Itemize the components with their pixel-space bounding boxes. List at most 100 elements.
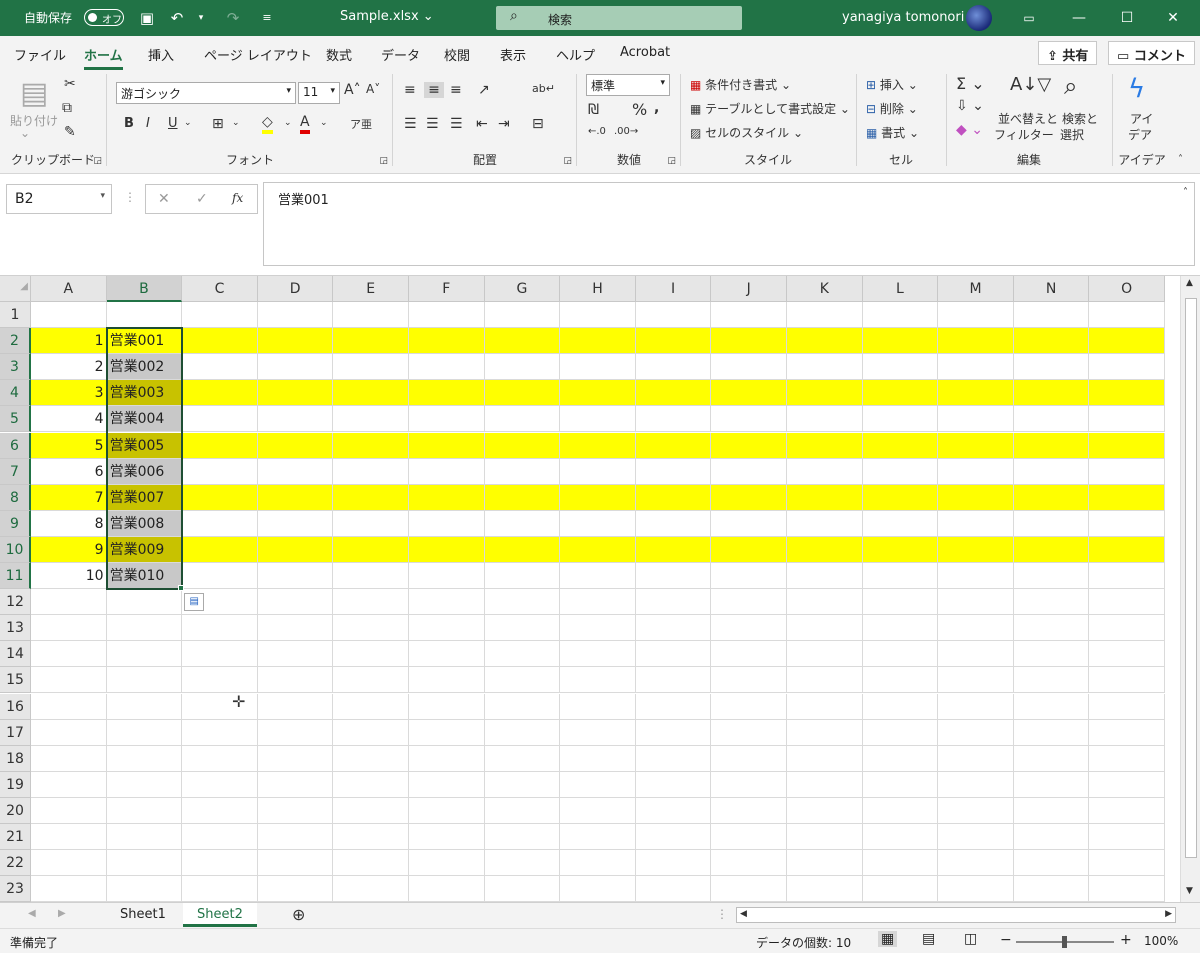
cell-a11[interactable]: 10 <box>31 563 107 590</box>
cell-k10[interactable] <box>787 536 863 563</box>
orientation-icon[interactable]: ↗ <box>478 82 490 98</box>
comment-button[interactable]: ▭ コメント <box>1108 41 1195 65</box>
cell-b2[interactable]: 営業001 <box>106 328 183 355</box>
cell-b10[interactable]: 営業009 <box>106 536 183 563</box>
cell-e2[interactable] <box>333 328 409 355</box>
cell-j4[interactable] <box>711 380 787 407</box>
cell-m12[interactable] <box>938 589 1014 616</box>
merge-center-icon[interactable]: ⊟ <box>532 116 544 132</box>
cell-j10[interactable] <box>711 536 787 563</box>
cell-f22[interactable] <box>409 850 485 877</box>
cell-a12[interactable] <box>31 589 107 616</box>
cell-k18[interactable] <box>787 745 863 772</box>
cell-g16[interactable] <box>484 693 561 720</box>
cell-h2[interactable] <box>560 328 636 355</box>
cell-l12[interactable] <box>862 589 939 616</box>
conditional-format-button[interactable]: ▦ 条件付き書式 ⌄ <box>690 76 791 93</box>
cell-j23[interactable] <box>711 876 787 902</box>
row-header-18[interactable]: 18 <box>0 745 31 772</box>
cell-j3[interactable] <box>711 354 787 381</box>
cell-d7[interactable] <box>257 458 334 485</box>
cell-i4[interactable] <box>635 380 712 407</box>
cell-a14[interactable] <box>31 641 107 668</box>
cell-j13[interactable] <box>711 615 787 642</box>
cell-a23[interactable] <box>31 876 107 902</box>
cell-f15[interactable] <box>409 667 485 694</box>
cell-k1[interactable] <box>787 302 863 329</box>
cell-n5[interactable] <box>1013 406 1090 433</box>
cell-f13[interactable] <box>409 615 485 642</box>
name-box[interactable]: B2 ▾ <box>6 184 112 214</box>
fill-icon[interactable]: ⇩ ⌄ <box>956 98 984 114</box>
cell-k6[interactable] <box>787 432 863 459</box>
cell-m11[interactable] <box>938 563 1014 590</box>
cell-b1[interactable] <box>106 302 183 329</box>
cell-m7[interactable] <box>938 458 1014 485</box>
cell-n1[interactable] <box>1013 302 1090 329</box>
cell-c23[interactable] <box>182 876 258 902</box>
cell-e15[interactable] <box>333 667 409 694</box>
cell-h14[interactable] <box>560 641 636 668</box>
cell-f16[interactable] <box>409 693 485 720</box>
column-header-o[interactable]: O <box>1089 276 1165 302</box>
cell-j22[interactable] <box>711 850 787 877</box>
cell-e20[interactable] <box>333 797 409 824</box>
cell-b11[interactable]: 営業010 <box>106 563 183 590</box>
cancel-icon[interactable]: ✕ <box>158 191 170 207</box>
cell-n8[interactable] <box>1013 484 1090 511</box>
cell-a2[interactable]: 1 <box>31 328 107 355</box>
cell-e19[interactable] <box>333 771 409 798</box>
cell-h22[interactable] <box>560 850 636 877</box>
save-icon[interactable]: ▣ <box>136 8 158 28</box>
tab-page-layout[interactable]: ページ レイアウト <box>204 45 312 64</box>
bold-icon[interactable]: B <box>124 116 134 131</box>
cell-a20[interactable] <box>31 797 107 824</box>
cell-a8[interactable]: 7 <box>31 484 107 511</box>
cell-h16[interactable] <box>560 693 636 720</box>
cell-h9[interactable] <box>560 510 636 537</box>
cell-l16[interactable] <box>862 693 939 720</box>
cell-n9[interactable] <box>1013 510 1090 537</box>
row-header-16[interactable]: 16 <box>0 693 31 720</box>
cell-b12[interactable] <box>106 589 183 616</box>
decrease-font-icon[interactable]: A˅ <box>366 82 380 96</box>
cell-n10[interactable] <box>1013 536 1090 563</box>
cell-b7[interactable]: 営業006 <box>106 458 183 485</box>
cell-e3[interactable] <box>333 354 409 381</box>
fill-handle[interactable] <box>178 585 185 592</box>
cell-l17[interactable] <box>862 719 939 746</box>
cell-b22[interactable] <box>106 850 183 877</box>
row-header-11[interactable]: 11 <box>0 563 31 590</box>
cell-m13[interactable] <box>938 615 1014 642</box>
tab-review[interactable]: 校閲 <box>444 45 470 64</box>
cell-b21[interactable] <box>106 824 183 851</box>
zoom-level[interactable]: 100% <box>1144 934 1178 948</box>
column-header-k[interactable]: K <box>787 276 863 302</box>
cell-l4[interactable] <box>862 380 939 407</box>
cell-f11[interactable] <box>409 563 485 590</box>
cell-k14[interactable] <box>787 641 863 668</box>
cell-i14[interactable] <box>635 641 712 668</box>
column-header-h[interactable]: H <box>560 276 636 302</box>
minimize-icon[interactable]: — <box>1056 6 1102 30</box>
fill-color-icon[interactable]: ◇ <box>262 114 273 134</box>
cell-j2[interactable] <box>711 328 787 355</box>
cell-a7[interactable]: 6 <box>31 458 107 485</box>
cell-d16[interactable] <box>257 693 334 720</box>
cell-i21[interactable] <box>635 824 712 851</box>
zoom-out-icon[interactable]: − <box>1000 932 1012 948</box>
cell-c13[interactable] <box>182 615 258 642</box>
cell-l22[interactable] <box>862 850 939 877</box>
page-break-view-icon[interactable]: ◫ <box>964 931 977 947</box>
cell-f19[interactable] <box>409 771 485 798</box>
cell-d14[interactable] <box>257 641 334 668</box>
cell-d12[interactable] <box>257 589 334 616</box>
cell-i20[interactable] <box>635 797 712 824</box>
cell-m23[interactable] <box>938 876 1014 902</box>
sort-filter-label-2[interactable]: フィルター <box>994 126 1054 143</box>
scroll-left-icon[interactable]: ◀ <box>740 909 747 919</box>
cell-k5[interactable] <box>787 406 863 433</box>
cell-f21[interactable] <box>409 824 485 851</box>
cell-b23[interactable] <box>106 876 183 902</box>
cell-o13[interactable] <box>1089 615 1165 642</box>
